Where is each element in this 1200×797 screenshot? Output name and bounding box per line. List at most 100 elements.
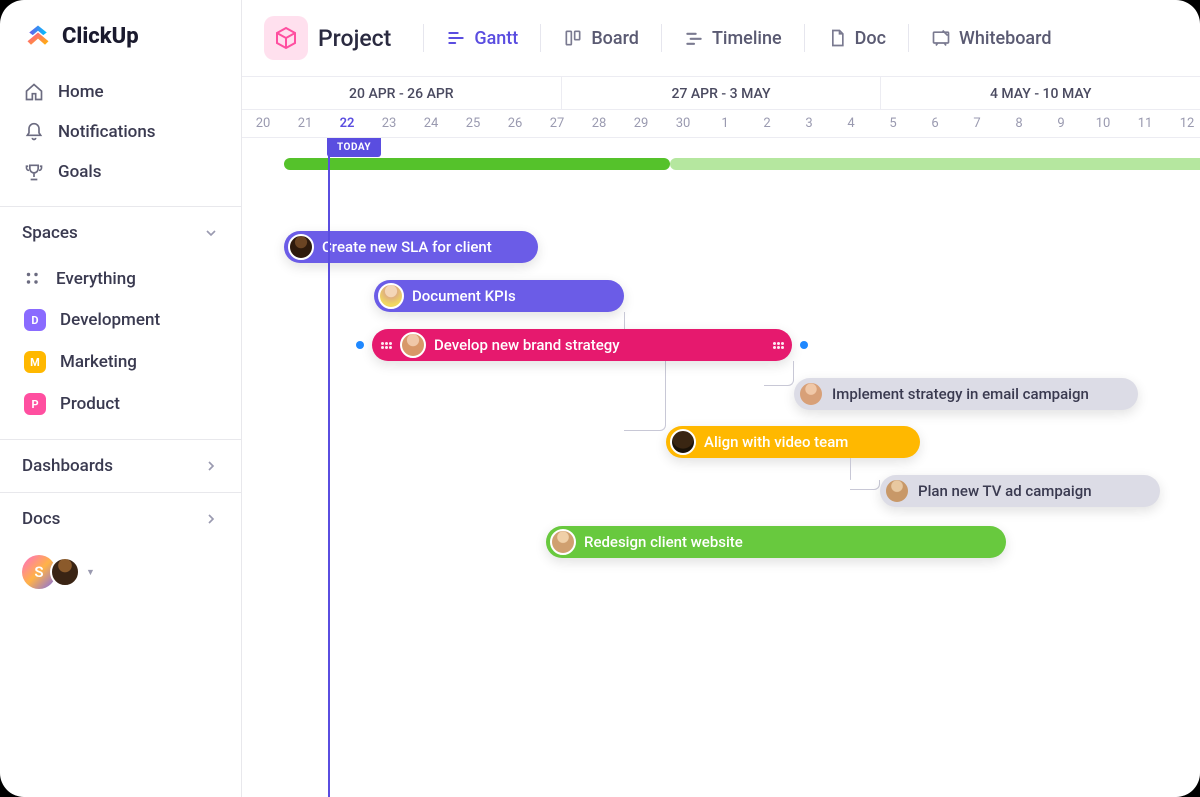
gantt-day-cell: 20 bbox=[242, 110, 284, 137]
gantt-day-cell: 9 bbox=[1040, 110, 1082, 137]
sidebar-section-spaces: Spaces Everything D Development M Market… bbox=[0, 206, 241, 439]
sidebar: ClickUp Home Notifications Goals Spaces bbox=[0, 0, 242, 797]
sidebar-item-everything[interactable]: Everything bbox=[10, 259, 231, 299]
view-tab-doc[interactable]: Doc bbox=[821, 22, 892, 55]
gantt-day-cell: 1 bbox=[704, 110, 746, 137]
task-label: Redesign client website bbox=[584, 533, 743, 551]
view-tab-timeline[interactable]: Timeline bbox=[678, 22, 788, 55]
gantt-day-cell: 21 bbox=[284, 110, 326, 137]
view-tab-whiteboard[interactable]: Whiteboard bbox=[925, 22, 1057, 55]
separator bbox=[661, 24, 662, 52]
gantt-progress-done[interactable] bbox=[284, 158, 670, 170]
task-handle-dot[interactable] bbox=[356, 341, 364, 349]
section-title: Spaces bbox=[22, 223, 78, 243]
gantt-task-bar[interactable]: Develop new brand strategy bbox=[372, 329, 792, 361]
gantt-day-cell: 12 bbox=[1166, 110, 1200, 137]
view-label: Doc bbox=[855, 28, 886, 49]
gantt-view: 20 APR - 26 APR 27 APR - 3 MAY 4 MAY - 1… bbox=[242, 76, 1200, 797]
main-content: Project Gantt Board Timeline Doc bbox=[242, 0, 1200, 797]
gantt-day-cell: 11 bbox=[1124, 110, 1166, 137]
nav-label: Product bbox=[60, 394, 120, 414]
task-connector bbox=[850, 480, 880, 490]
gantt-task-bar[interactable]: Implement strategy in email campaign bbox=[794, 378, 1138, 410]
gantt-day-cell: 24 bbox=[410, 110, 452, 137]
gantt-task-bar[interactable]: Create new SLA for client bbox=[284, 231, 538, 263]
sidebar-item-product[interactable]: P Product bbox=[10, 383, 231, 425]
gantt-progress-remaining[interactable] bbox=[670, 158, 1200, 170]
topbar: Project Gantt Board Timeline Doc bbox=[242, 0, 1200, 76]
gantt-day-cell: 7 bbox=[956, 110, 998, 137]
drag-grip-icon[interactable] bbox=[380, 342, 392, 349]
gantt-day-cell: 26 bbox=[494, 110, 536, 137]
sidebar-item-goals[interactable]: Goals bbox=[10, 152, 231, 192]
gantt-day-cell: 8 bbox=[998, 110, 1040, 137]
view-tab-gantt[interactable]: Gantt bbox=[440, 22, 524, 55]
gantt-task-bar[interactable]: Plan new TV ad campaign bbox=[880, 475, 1160, 507]
project-icon[interactable] bbox=[264, 16, 308, 60]
everything-icon bbox=[24, 270, 42, 288]
gantt-task-bar[interactable]: Align with video team bbox=[666, 426, 920, 458]
caret-down-icon: ▼ bbox=[86, 567, 95, 578]
task-label: Develop new brand strategy bbox=[434, 336, 764, 354]
task-label: Document KPIs bbox=[412, 287, 516, 305]
nav-label: Home bbox=[58, 82, 104, 102]
docs-header[interactable]: Docs bbox=[0, 493, 241, 545]
gantt-day-cell: 2 bbox=[746, 110, 788, 137]
gantt-week-row: 20 APR - 26 APR 27 APR - 3 MAY 4 MAY - 1… bbox=[242, 76, 1200, 110]
sidebar-item-development[interactable]: D Development bbox=[10, 299, 231, 341]
drag-grip-icon[interactable] bbox=[772, 342, 784, 349]
dashboards-header[interactable]: Dashboards bbox=[0, 440, 241, 492]
project-title: Project bbox=[318, 25, 391, 52]
section-title: Dashboards bbox=[22, 456, 113, 476]
task-connector bbox=[850, 458, 851, 480]
board-icon bbox=[563, 28, 583, 48]
user-menu[interactable]: S ▼ bbox=[0, 545, 241, 599]
assignee-avatar bbox=[670, 429, 696, 455]
gantt-day-cell: 30 bbox=[662, 110, 704, 137]
gantt-day-cell: 10 bbox=[1082, 110, 1124, 137]
gantt-day-cell: 28 bbox=[578, 110, 620, 137]
view-tab-board[interactable]: Board bbox=[557, 22, 645, 55]
gantt-task-bar[interactable]: Redesign client website bbox=[546, 526, 1006, 558]
clickup-logo-icon bbox=[24, 22, 52, 50]
separator bbox=[908, 24, 909, 52]
view-label: Board bbox=[591, 28, 639, 49]
today-badge: TODAY bbox=[327, 138, 381, 157]
gantt-day-cell: 4 bbox=[830, 110, 872, 137]
gantt-body[interactable]: TODAY Create new SLA for client Document… bbox=[242, 138, 1200, 797]
space-badge: P bbox=[24, 393, 46, 415]
gantt-day-cell: 23 bbox=[368, 110, 410, 137]
section-title: Docs bbox=[22, 509, 60, 529]
gantt-week-cell: 4 MAY - 10 MAY bbox=[881, 77, 1200, 109]
today-line bbox=[328, 138, 330, 797]
task-handle-dot[interactable] bbox=[800, 341, 808, 349]
separator bbox=[804, 24, 805, 52]
whiteboard-icon bbox=[931, 28, 951, 48]
task-connector bbox=[764, 361, 794, 386]
nav-label: Notifications bbox=[58, 122, 156, 142]
sidebar-item-marketing[interactable]: M Marketing bbox=[10, 341, 231, 383]
sidebar-item-notifications[interactable]: Notifications bbox=[10, 112, 231, 152]
task-label: Implement strategy in email campaign bbox=[832, 385, 1089, 403]
bell-icon bbox=[24, 122, 44, 142]
assignee-avatar bbox=[378, 283, 404, 309]
view-label: Gantt bbox=[474, 28, 518, 49]
assignee-avatar bbox=[550, 529, 576, 555]
task-label: Align with video team bbox=[704, 433, 848, 451]
nav-label: Marketing bbox=[60, 352, 137, 372]
gantt-day-cell: 6 bbox=[914, 110, 956, 137]
gantt-task-bar[interactable]: Document KPIs bbox=[374, 280, 624, 312]
spaces-header[interactable]: Spaces bbox=[0, 207, 241, 259]
trophy-icon bbox=[24, 162, 44, 182]
sidebar-item-home[interactable]: Home bbox=[10, 72, 231, 112]
logo-text: ClickUp bbox=[62, 24, 139, 49]
logo[interactable]: ClickUp bbox=[0, 0, 241, 68]
view-label: Whiteboard bbox=[959, 28, 1051, 49]
space-badge: D bbox=[24, 309, 46, 331]
sidebar-nav: Home Notifications Goals bbox=[0, 68, 241, 206]
gantt-day-cell: 5 bbox=[872, 110, 914, 137]
gantt-week-cell: 20 APR - 26 APR bbox=[242, 77, 562, 109]
nav-label: Development bbox=[60, 310, 160, 330]
nav-label: Goals bbox=[58, 162, 101, 182]
doc-icon bbox=[827, 28, 847, 48]
